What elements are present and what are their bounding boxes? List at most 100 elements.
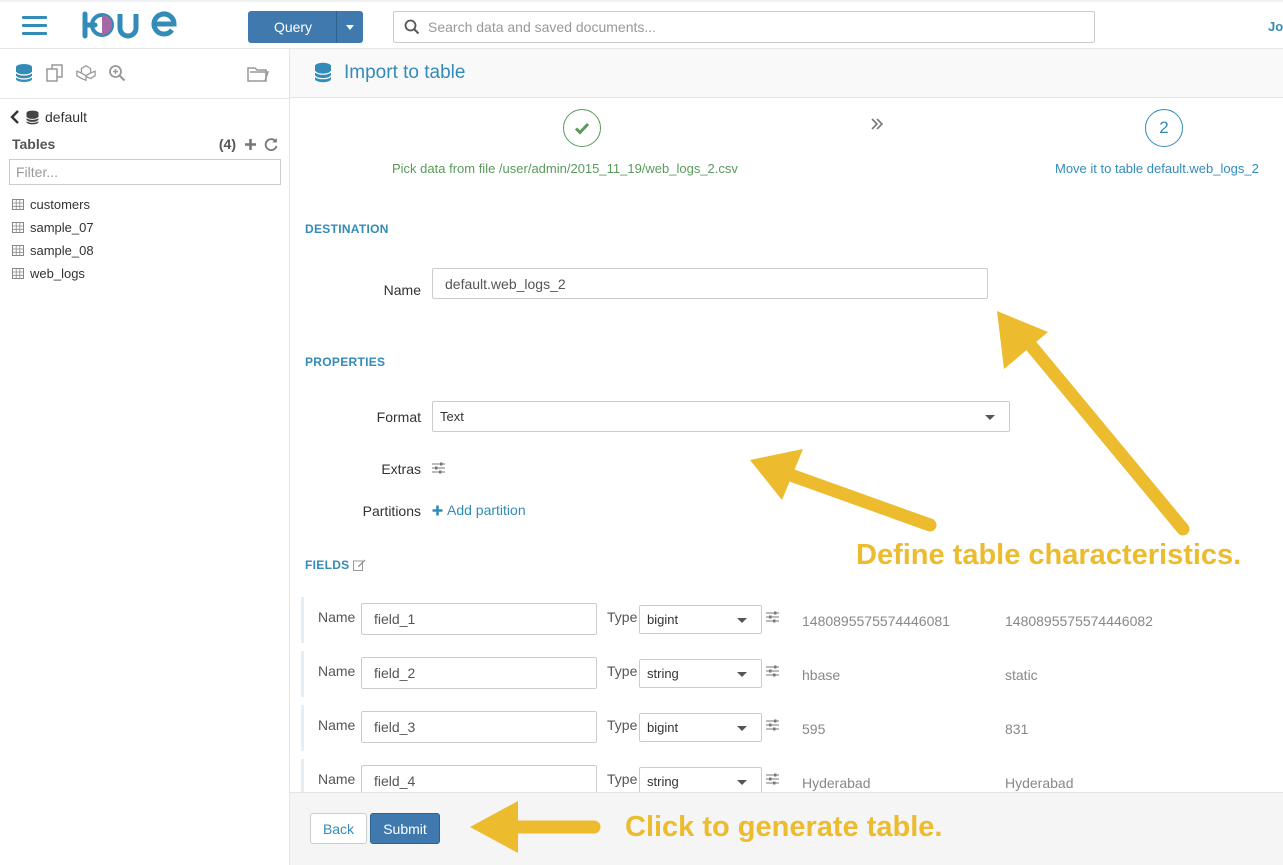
hamburger-menu-icon[interactable] xyxy=(22,16,47,35)
sliders-icon[interactable] xyxy=(766,773,779,785)
caret-down-icon xyxy=(737,671,747,677)
format-select[interactable]: Text xyxy=(432,401,1010,432)
zoom-search-icon[interactable] xyxy=(107,63,127,83)
database-icon xyxy=(314,62,332,83)
table-filter-input[interactable] xyxy=(9,159,281,185)
annotation-click-to-generate: Click to generate table. xyxy=(625,811,943,843)
database-icon xyxy=(26,110,39,124)
table-icon xyxy=(12,268,24,279)
top-navbar: Query Jo xyxy=(0,0,1283,49)
sliders-icon[interactable] xyxy=(766,719,779,731)
tables-header: Tables (4) xyxy=(12,136,278,152)
database-name: default xyxy=(45,109,88,125)
table-list: customers sample_07 sample_08 web_logs xyxy=(12,193,94,285)
destination-name-label: Name xyxy=(383,282,421,298)
hue-logo[interactable] xyxy=(82,10,182,42)
field-type-label: Type xyxy=(607,717,638,733)
sliders-icon[interactable] xyxy=(766,611,779,623)
assist-source-icons xyxy=(14,63,127,85)
destination-heading: DESTINATION xyxy=(305,222,389,236)
table-name: sample_08 xyxy=(30,243,94,258)
field-name-input[interactable] xyxy=(361,657,597,689)
partitions-label: Partitions xyxy=(362,503,421,519)
format-label: Format xyxy=(376,409,421,425)
add-partition-link[interactable]: Add partition xyxy=(432,502,526,518)
field-type-value: bigint xyxy=(647,612,679,627)
database-breadcrumb[interactable]: default xyxy=(10,109,87,125)
query-dropdown-toggle[interactable] xyxy=(336,11,363,43)
table-icon xyxy=(12,222,24,233)
step-1-label[interactable]: Pick data from file /user/admin/2015_11_… xyxy=(392,161,738,176)
table-icon xyxy=(12,245,24,256)
hbase-cubes-icon[interactable] xyxy=(76,63,96,83)
query-button-label: Query xyxy=(273,19,313,35)
double-chevron-right-icon xyxy=(871,118,884,130)
extras-label: Extras xyxy=(381,461,421,477)
step-2-indicator[interactable]: 2 xyxy=(1145,109,1183,147)
sample-value-2: static xyxy=(1005,667,1038,683)
check-icon xyxy=(574,122,590,135)
table-item-sample_07[interactable]: sample_07 xyxy=(12,216,94,239)
plus-icon xyxy=(432,505,443,515)
back-button[interactable]: Back xyxy=(310,813,367,844)
fields-heading: FIELDS xyxy=(305,558,366,572)
page-header: Import to table xyxy=(290,49,1283,98)
field-type-select[interactable]: bigint xyxy=(639,713,762,742)
field-type-label: Type xyxy=(607,663,638,679)
field-row-3: Name Type bigint 595 831 xyxy=(301,705,1201,751)
left-assist-panel: default Tables (4) customers sample_07 s… xyxy=(0,49,290,865)
annotation-define-characteristics: Define table characteristics. xyxy=(856,539,1242,571)
field-name-label: Name xyxy=(318,663,356,679)
field-name-input[interactable] xyxy=(361,603,597,635)
search-input[interactable] xyxy=(428,19,1068,35)
hdfs-files-icon[interactable] xyxy=(45,63,65,83)
caret-down-icon xyxy=(737,779,747,785)
sample-value-1: 1480895575574446081 xyxy=(802,613,950,629)
field-row-1: Name Type bigint 1480895575574446081 148… xyxy=(301,597,1201,643)
refresh-icon[interactable] xyxy=(264,137,278,151)
add-partition-label: Add partition xyxy=(447,502,526,518)
field-type-select[interactable]: bigint xyxy=(639,605,762,634)
user-menu[interactable]: Jo xyxy=(1268,19,1283,34)
format-value: Text xyxy=(440,409,464,424)
table-name: customers xyxy=(30,197,90,212)
import-wizard: Import to table 2 Pick data from file /u… xyxy=(290,49,1283,865)
sliders-icon[interactable] xyxy=(766,665,779,677)
table-name-input[interactable] xyxy=(432,268,988,299)
sample-value-2: Hyderabad xyxy=(1005,775,1074,791)
table-icon xyxy=(12,199,24,210)
field-row-2: Name Type string hbase static xyxy=(301,651,1201,697)
query-button[interactable]: Query xyxy=(248,11,363,43)
field-type-select[interactable]: string xyxy=(639,659,762,688)
field-type-label: Type xyxy=(607,771,638,787)
step-2-label[interactable]: Move it to table default.web_logs_2 xyxy=(1055,161,1259,176)
table-item-customers[interactable]: customers xyxy=(12,193,94,216)
sample-value-1: hbase xyxy=(802,667,841,683)
step-1-indicator[interactable] xyxy=(563,109,601,147)
database-icon[interactable] xyxy=(14,63,34,83)
table-item-sample_08[interactable]: sample_08 xyxy=(12,239,94,262)
page-title: Import to table xyxy=(344,62,466,83)
field-type-value: string xyxy=(647,774,679,789)
field-name-label: Name xyxy=(318,609,356,625)
caret-down-icon xyxy=(737,725,747,731)
field-type-value: bigint xyxy=(647,720,679,735)
sample-value-2: 831 xyxy=(1005,721,1029,737)
fields-heading-text: FIELDS xyxy=(305,558,350,572)
plus-icon[interactable] xyxy=(244,138,257,151)
submit-button[interactable]: Submit xyxy=(370,813,440,844)
field-name-input[interactable] xyxy=(361,711,597,743)
field-type-value: string xyxy=(647,666,679,681)
chevron-left-icon[interactable] xyxy=(10,110,20,124)
field-name-label: Name xyxy=(318,717,356,733)
caret-down-icon xyxy=(737,617,747,623)
global-search[interactable] xyxy=(393,11,1095,43)
sample-value-1: Hyderabad xyxy=(802,775,871,791)
sliders-icon[interactable] xyxy=(432,462,445,474)
step-2-number: 2 xyxy=(1159,118,1169,137)
folder-open-icon[interactable] xyxy=(247,64,270,85)
table-item-web_logs[interactable]: web_logs xyxy=(12,262,94,285)
table-name: sample_07 xyxy=(30,220,94,235)
tables-count: (4) xyxy=(218,136,236,152)
edit-icon[interactable] xyxy=(353,559,366,571)
